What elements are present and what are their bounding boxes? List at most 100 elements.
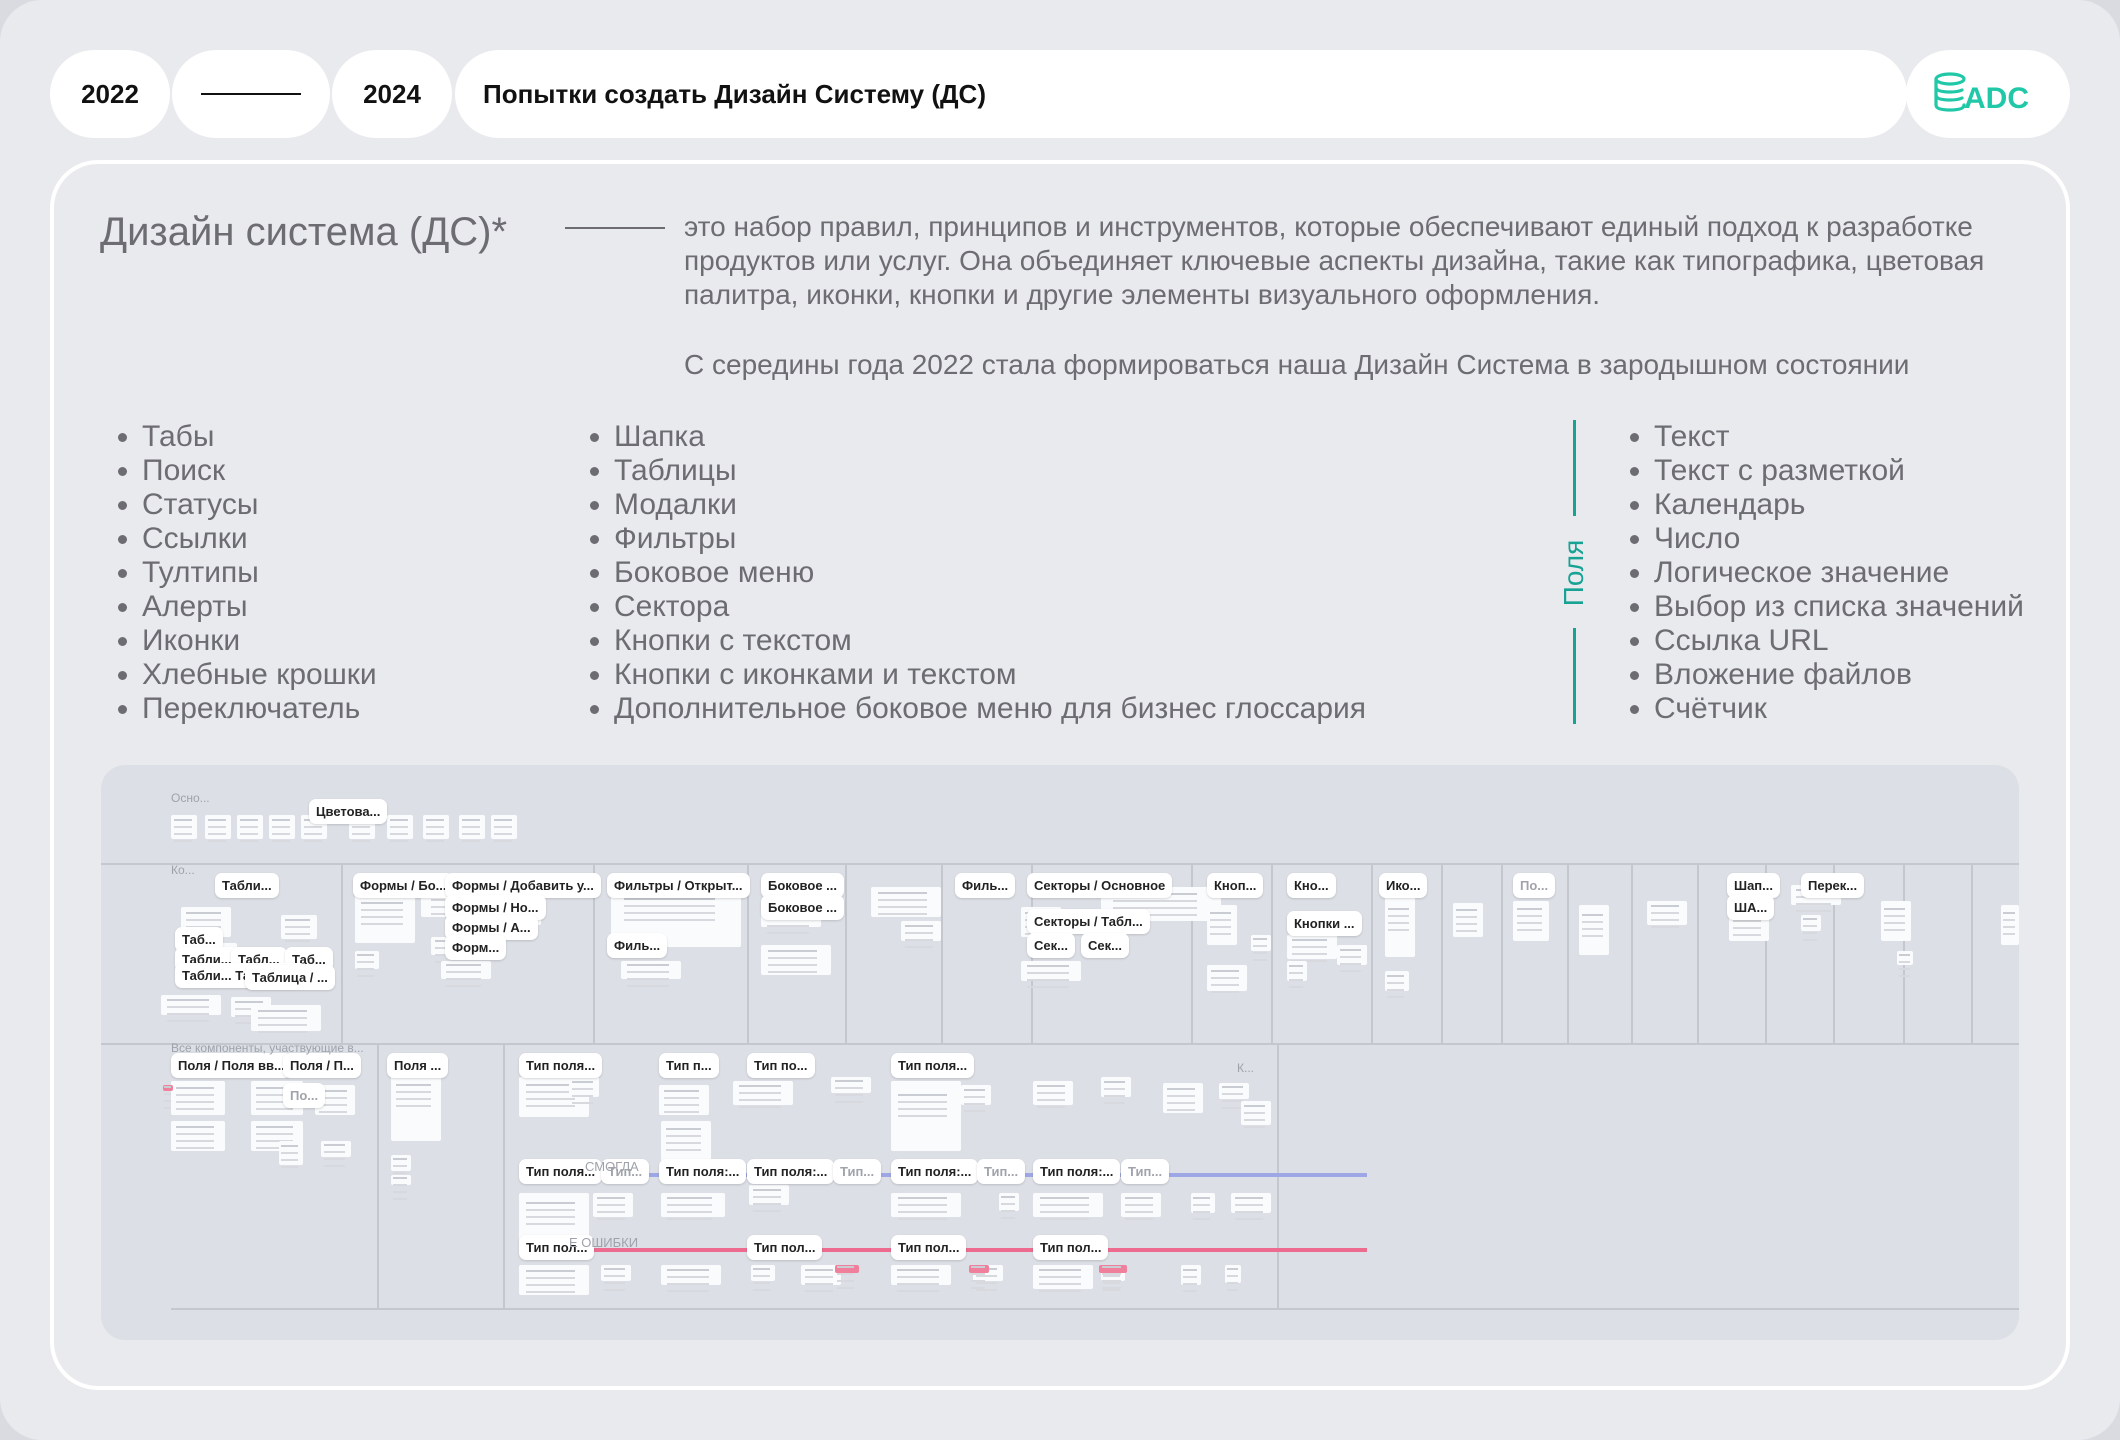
canvas-frame-label: Боковое ... <box>761 895 844 920</box>
adc-logo: ADC <box>1934 72 2029 115</box>
list-item: Кнопки с текстом <box>614 624 1366 658</box>
canvas-frame-label: По... <box>1513 873 1556 898</box>
canvas-frame <box>519 1265 589 1295</box>
canvas-frame <box>871 887 941 917</box>
canvas-frame <box>251 1005 321 1031</box>
canvas-frame-label: Поля / П... <box>283 1053 361 1078</box>
list-item: Алерты <box>142 590 377 624</box>
year-end-pill: 2024 <box>332 50 452 138</box>
canvas-frame <box>1647 901 1687 925</box>
canvas-frame-label: Тип поля:... <box>747 1159 835 1184</box>
list-item: Модалки <box>614 488 1366 522</box>
list-item: Табы <box>142 420 377 454</box>
list-item: Логическое значение <box>1654 556 2024 590</box>
canvas-frame-label: Кноп... <box>1207 873 1264 898</box>
canvas-col-divider <box>341 863 343 1043</box>
canvas-frame <box>1219 1083 1249 1099</box>
canvas-frame-label: Кно... <box>1287 873 1336 898</box>
canvas-frame-label: Тип... <box>833 1159 882 1184</box>
list-item: Иконки <box>142 624 377 658</box>
canvas-frame <box>459 815 485 839</box>
canvas-frame <box>1337 945 1367 965</box>
canvas-frame <box>1385 897 1415 957</box>
canvas-row-divider <box>171 1308 2019 1310</box>
fields-divider-bottom <box>1573 628 1576 724</box>
canvas-frame <box>1513 901 1549 941</box>
canvas-section-title: Осно... <box>171 791 210 805</box>
canvas-frame-label: Секторы / Табл... <box>1027 909 1150 934</box>
canvas-section-title: Е ОШИБКИ <box>569 1235 639 1250</box>
canvas-frame <box>999 1193 1019 1211</box>
canvas-frame <box>2001 905 2019 945</box>
canvas-frame <box>1287 935 1337 959</box>
logo-pill: ADC <box>1906 50 2070 138</box>
canvas-frame <box>321 1141 351 1157</box>
canvas-frame <box>1033 1265 1093 1289</box>
list-item: Шапка <box>614 420 1366 454</box>
canvas-frame <box>891 1265 951 1285</box>
canvas-frame <box>1121 1193 1161 1217</box>
canvas-frame-label: Форм... <box>445 935 507 960</box>
canvas-col-divider <box>1441 863 1443 1043</box>
error-marker <box>163 1085 173 1091</box>
fields-label: Поля <box>1558 539 1589 607</box>
canvas-frame-label: ША... <box>1727 895 1775 920</box>
canvas-frame-label: Фильтры / Открыт... <box>607 873 750 898</box>
list-item: Вложение файлов <box>1654 658 2024 692</box>
canvas-frame <box>1251 935 1271 951</box>
canvas-frame <box>491 815 517 839</box>
list-item: Поиск <box>142 454 377 488</box>
canvas-frame <box>1241 1101 1271 1125</box>
year-start-pill: 2022 <box>50 50 170 138</box>
canvas-frame <box>661 1265 721 1285</box>
canvas-frame-label: Тип п... <box>659 1053 719 1078</box>
year-range-dash <box>172 50 330 138</box>
canvas-frame-label: Поля ... <box>387 1053 449 1078</box>
canvas-frame <box>661 1121 711 1161</box>
design-system-canvas: Цветова... Табли... Таб... Табли... Табл... Т… <box>101 765 2019 1340</box>
canvas-frame-label: Сек... <box>1081 933 1129 958</box>
canvas-frame <box>621 961 681 979</box>
canvas-section-title: СМОГЛА <box>585 1159 639 1174</box>
canvas-frame-label: Формы / Бо... <box>353 873 454 898</box>
canvas-frame <box>1897 951 1913 965</box>
canvas-frame-label: Таблица / ... <box>245 965 335 990</box>
fields-divider-top <box>1573 420 1576 516</box>
canvas-frame <box>1181 1265 1201 1285</box>
canvas-frame-label: Тип... <box>977 1159 1026 1184</box>
canvas-frame-label: Тип поля:... <box>1033 1159 1121 1184</box>
canvas-frame <box>1101 1077 1131 1097</box>
canvas-col-divider <box>1501 863 1503 1043</box>
canvas-frame <box>1287 961 1307 981</box>
canvas-row-divider <box>101 863 2019 865</box>
list-item: Фильтры <box>614 522 1366 556</box>
fields-list: Текст Текст с разметкой Календарь Число … <box>1614 420 2024 726</box>
list-item: Счётчик <box>1654 692 2024 726</box>
canvas-frame <box>601 1265 631 1281</box>
canvas-frame-label: Перек... <box>1801 873 1865 898</box>
canvas-frame <box>355 893 415 943</box>
canvas-frame <box>1579 905 1609 955</box>
canvas-frame-label: Тип пол... <box>891 1235 967 1260</box>
canvas-section-title: Все компоненты, участвующие в... <box>171 1041 364 1055</box>
canvas-frame <box>569 1077 599 1097</box>
canvas-frame <box>1163 1083 1203 1113</box>
list-item: Текст <box>1654 420 2024 454</box>
canvas-col-divider <box>1631 863 1633 1043</box>
canvas-col-divider <box>1271 863 1273 1043</box>
logo-text: ADC <box>1964 82 2029 115</box>
canvas-frame <box>831 1077 871 1093</box>
definition-note: С середины года 2022 стала формироваться… <box>684 349 1910 380</box>
canvas-frame <box>237 815 263 839</box>
canvas-frame <box>387 815 413 839</box>
canvas-frame <box>891 1081 961 1151</box>
canvas-frame <box>355 951 379 969</box>
canvas-col-divider <box>1971 863 1973 1043</box>
canvas-frame-label: Филь... <box>607 933 668 958</box>
list-item: Статусы <box>142 488 377 522</box>
list-item: Переключатель <box>142 692 377 726</box>
canvas-frame-label: Филь... <box>955 873 1016 898</box>
canvas-frame <box>1453 903 1483 937</box>
canvas-frame-label: Сек... <box>1027 933 1075 958</box>
list-item: Ссылки <box>142 522 377 556</box>
